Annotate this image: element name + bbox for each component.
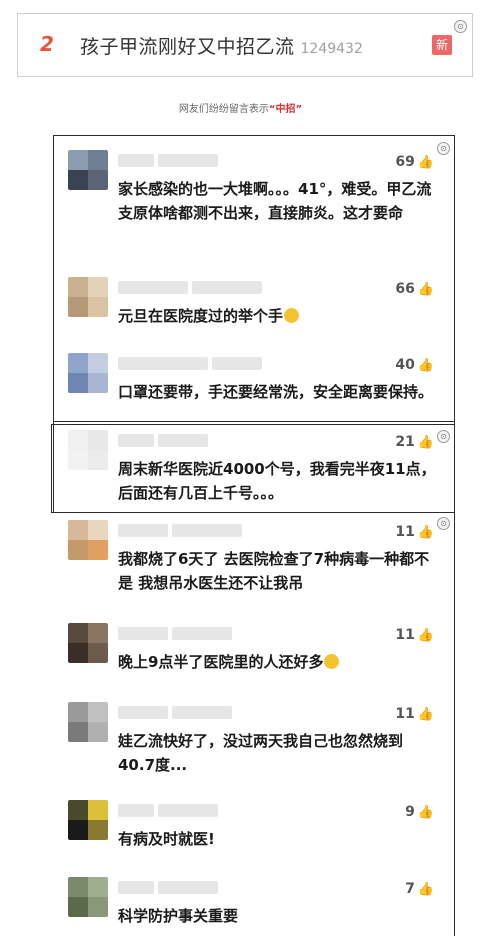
username-blurred bbox=[118, 879, 268, 894]
comment-text-content: 元旦在医院度过的举个手 bbox=[118, 307, 284, 325]
hot-search-card[interactable]: 2 孩子甲流刚好又中招乙流 1249432 新 bbox=[17, 13, 473, 77]
like-count: 9 bbox=[405, 804, 415, 820]
info-badge-icon: ⊙ bbox=[454, 20, 467, 33]
new-badge: 新 bbox=[432, 35, 452, 55]
username-blurred bbox=[118, 625, 268, 640]
like-button[interactable]: 66 👍 bbox=[395, 281, 434, 297]
thumbs-up-icon: 👍 bbox=[417, 435, 434, 450]
comment-item[interactable]: 66 👍 元旦在医院度过的举个手 bbox=[60, 262, 450, 340]
thumbs-up-icon: 👍 bbox=[417, 882, 434, 897]
avatar[interactable] bbox=[68, 800, 108, 840]
comment-item[interactable]: 7 👍 科学防护事关重要 bbox=[60, 862, 450, 936]
comment-text-content: 晚上9点半了医院里的人还好多 bbox=[118, 653, 324, 671]
username-blurred bbox=[118, 432, 268, 447]
like-count: 40 bbox=[395, 357, 415, 373]
like-count: 21 bbox=[395, 434, 415, 450]
like-count: 11 bbox=[395, 524, 415, 540]
avatar[interactable] bbox=[68, 277, 108, 317]
thumbs-up-icon: 👍 bbox=[417, 155, 434, 170]
avatar[interactable] bbox=[68, 877, 108, 917]
info-badge-icon: ⊙ bbox=[437, 142, 450, 155]
username-blurred bbox=[118, 704, 268, 719]
username-blurred bbox=[118, 152, 268, 167]
info-badge-icon: ⊙ bbox=[437, 517, 450, 530]
like-count: 66 bbox=[395, 281, 415, 297]
comment-text: 元旦在医院度过的举个手 bbox=[118, 304, 438, 328]
avatar[interactable] bbox=[68, 520, 108, 560]
frame-left-upper bbox=[53, 135, 54, 513]
like-button[interactable]: 21 👍 bbox=[395, 434, 434, 450]
hot-search-rank: 2 bbox=[40, 32, 54, 56]
caption: 网友们纷纷留言表示“中招” bbox=[0, 100, 481, 115]
thumbs-up-icon: 👍 bbox=[417, 282, 434, 297]
comment-item[interactable]: 69 👍 家长感染的也一大堆啊。。。41°，难受。甲乙流支原体啥都测不出来，直接肺… bbox=[60, 135, 450, 265]
comment-text: 周末新华医院近4000个号，我看完半夜11点，后面还有几百上千号。。。 bbox=[118, 460, 436, 502]
avatar[interactable] bbox=[68, 353, 108, 393]
comment-item[interactable]: 11 👍 娃乙流快好了，没过两天我自己也忽然烧到40.7度... bbox=[60, 687, 450, 787]
username-blurred bbox=[118, 355, 268, 370]
hot-search-title-text: 孩子甲流刚好又中招乙流 bbox=[80, 36, 295, 58]
comment-item[interactable]: 9 👍 有病及时就医! bbox=[60, 785, 450, 860]
thumbs-up-icon: 👍 bbox=[417, 525, 434, 540]
comment-text: 口罩还要带，手还要经常洗，安全距离要保持。 bbox=[118, 383, 434, 401]
comment-item[interactable]: 11 👍 我都烧了6天了 去医院检查了7种病毒一种都不是 我想吊水医生还不让我吊 bbox=[60, 505, 450, 615]
comment-text: 我都烧了6天了 去医院检查了7种病毒一种都不是 我想吊水医生还不让我吊 bbox=[118, 550, 430, 592]
username-blurred bbox=[118, 802, 268, 817]
caption-text: 网友们纷纷留言表示 bbox=[178, 104, 269, 115]
box-left-lower bbox=[51, 424, 52, 513]
laughing-emoji-icon bbox=[284, 308, 300, 323]
username-blurred bbox=[118, 522, 268, 537]
like-button[interactable]: 9 👍 bbox=[405, 804, 434, 820]
comment-item[interactable]: 11 👍 晚上9点半了医院里的人还好多 bbox=[60, 608, 450, 688]
frame-right-lower bbox=[454, 512, 455, 936]
avatar[interactable] bbox=[68, 430, 108, 470]
like-button[interactable]: 7 👍 bbox=[405, 881, 434, 897]
comment-text: 科学防护事关重要 bbox=[118, 907, 239, 925]
like-count: 11 bbox=[395, 706, 415, 722]
like-button[interactable]: 40 👍 bbox=[395, 357, 434, 373]
frame-right-upper bbox=[454, 135, 455, 513]
comment-text: 娃乙流快好了，没过两天我自己也忽然烧到40.7度... bbox=[118, 732, 404, 774]
like-button[interactable]: 69 👍 bbox=[395, 154, 434, 170]
thumbs-up-icon: 👍 bbox=[417, 707, 434, 722]
like-button[interactable]: 11 👍 bbox=[395, 706, 434, 722]
comment-text: 晚上9点半了医院里的人还好多 bbox=[118, 650, 438, 674]
caption-highlight: “中招” bbox=[268, 104, 303, 115]
hot-search-title[interactable]: 孩子甲流刚好又中招乙流 1249432 bbox=[80, 32, 363, 59]
comment-item[interactable]: 21 👍 周末新华医院近4000个号，我看完半夜11点，后面还有几百上千号。。。 bbox=[60, 415, 450, 510]
like-button[interactable]: 11 👍 bbox=[395, 627, 434, 643]
hot-search-count: 1249432 bbox=[300, 41, 363, 57]
like-count: 69 bbox=[395, 154, 415, 170]
thumbs-up-icon: 👍 bbox=[417, 628, 434, 643]
comment-text: 家长感染的也一大堆啊。。。41°，难受。甲乙流支原体啥都测不出来，直接肺炎。这才… bbox=[118, 180, 432, 222]
avatar[interactable] bbox=[68, 702, 108, 742]
avatar[interactable] bbox=[68, 623, 108, 663]
avatar[interactable] bbox=[68, 150, 108, 190]
username-blurred bbox=[118, 279, 268, 294]
thumbs-up-icon: 👍 bbox=[417, 805, 434, 820]
like-count: 11 bbox=[395, 627, 415, 643]
info-badge-icon: ⊙ bbox=[437, 430, 450, 443]
comment-text: 有病及时就医! bbox=[118, 830, 215, 848]
like-count: 7 bbox=[405, 881, 415, 897]
laughing-emoji-icon bbox=[324, 654, 340, 669]
comment-item[interactable]: 40 👍 口罩还要带，手还要经常洗，安全距离要保持。 bbox=[60, 338, 450, 422]
like-button[interactable]: 11 👍 bbox=[395, 524, 434, 540]
thumbs-up-icon: 👍 bbox=[417, 358, 434, 373]
